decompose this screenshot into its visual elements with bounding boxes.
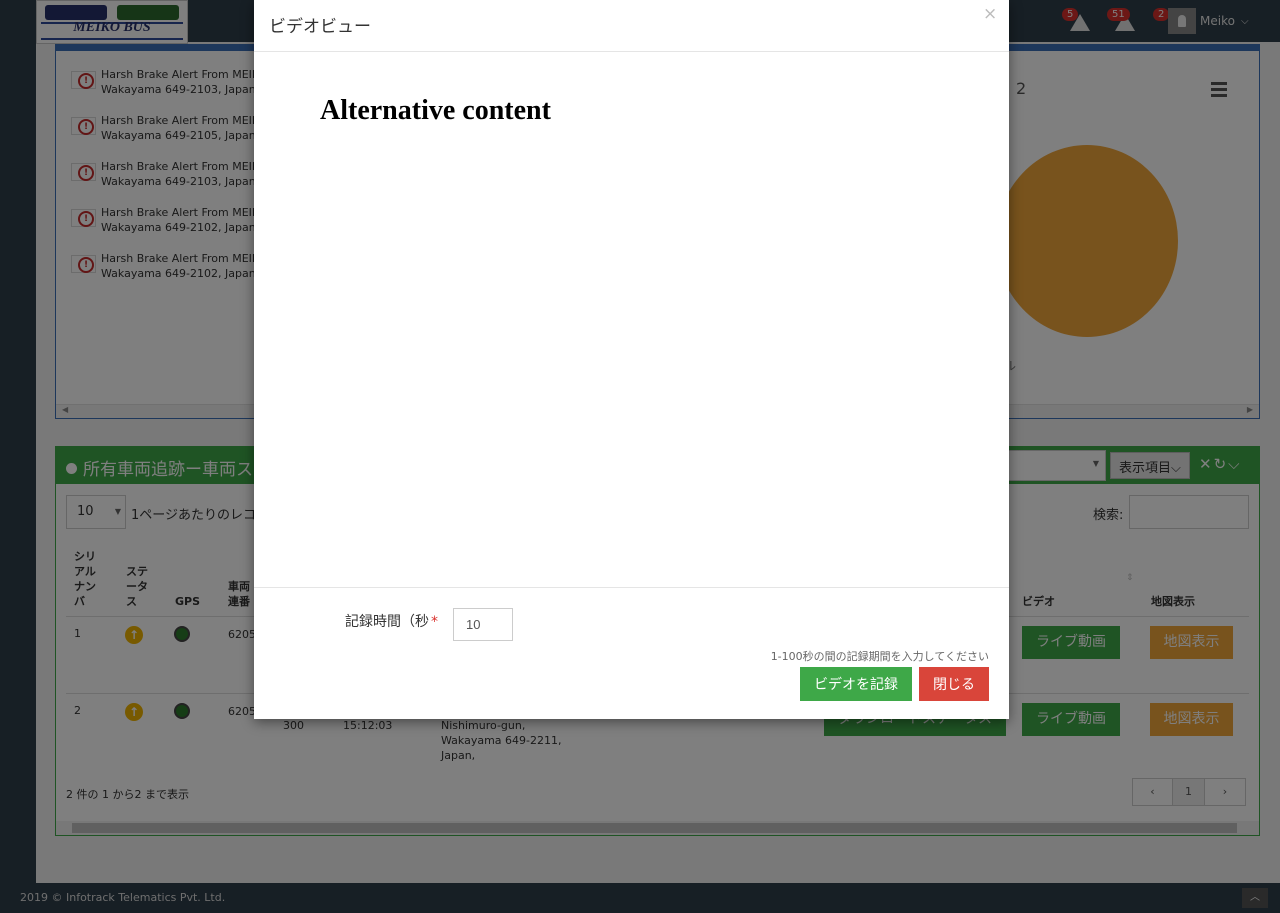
video-view-modal: ビデオビュー × Alternative content 記録時間（秒* 1-1… — [254, 0, 1009, 719]
modal-header: ビデオビュー × — [254, 0, 1009, 52]
record-video-button[interactable]: ビデオを記録 — [800, 667, 912, 701]
modal-footer: 記録時間（秒* 1-100秒の間の記録期間を入力してください ビデオを記録 閉じ… — [254, 587, 1009, 719]
modal-title: ビデオビュー — [269, 17, 371, 37]
close-button[interactable]: 閉じる — [919, 667, 989, 701]
record-time-label: 記録時間（秒 * — [345, 614, 438, 630]
record-time-hint: 1-100秒の間の記録期間を入力してください — [770, 650, 989, 663]
alternative-content-text: Alternative content — [320, 95, 551, 126]
required-mark: * — [431, 614, 438, 630]
video-player-area[interactable]: Alternative content — [254, 52, 1009, 587]
record-time-input[interactable] — [453, 608, 513, 641]
close-icon[interactable]: × — [983, 4, 997, 24]
